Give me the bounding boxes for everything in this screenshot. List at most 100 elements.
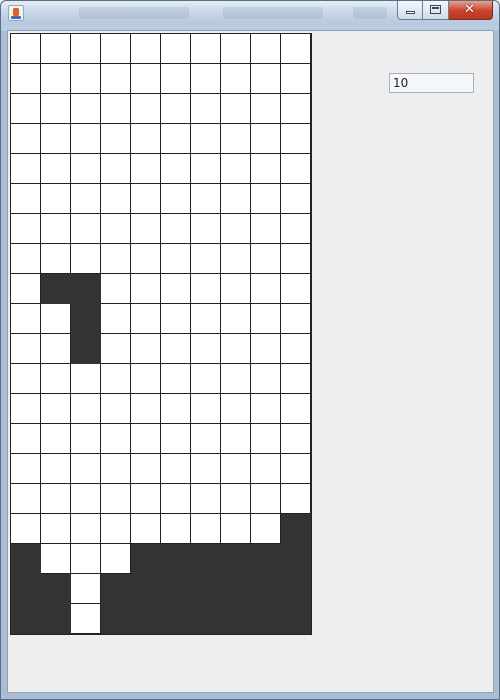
empty-cell <box>161 364 191 394</box>
empty-cell <box>221 94 251 124</box>
empty-cell <box>131 424 161 454</box>
empty-cell <box>41 394 71 424</box>
empty-cell <box>11 394 41 424</box>
empty-cell <box>41 334 71 364</box>
empty-cell <box>221 124 251 154</box>
empty-cell <box>191 364 221 394</box>
empty-cell <box>11 64 41 94</box>
empty-cell <box>11 184 41 214</box>
empty-cell <box>221 34 251 64</box>
empty-cell <box>281 64 311 94</box>
empty-cell <box>281 304 311 334</box>
empty-cell <box>11 424 41 454</box>
empty-cell <box>191 394 221 424</box>
empty-cell <box>281 184 311 214</box>
minimize-button[interactable] <box>397 1 423 20</box>
empty-cell <box>221 454 251 484</box>
empty-cell <box>281 154 311 184</box>
empty-cell <box>101 214 131 244</box>
empty-cell <box>221 304 251 334</box>
empty-cell <box>221 214 251 244</box>
empty-cell <box>281 214 311 244</box>
empty-cell <box>131 334 161 364</box>
empty-cell <box>71 124 101 154</box>
maximize-button[interactable] <box>423 1 449 20</box>
empty-cell <box>131 274 161 304</box>
empty-cell <box>11 304 41 334</box>
empty-cell <box>101 394 131 424</box>
empty-cell <box>161 454 191 484</box>
empty-cell <box>101 34 131 64</box>
empty-cell <box>281 364 311 394</box>
filled-cell <box>251 574 281 604</box>
background-taskbar-ghost <box>353 7 387 19</box>
empty-cell <box>101 94 131 124</box>
filled-cell <box>281 574 311 604</box>
empty-cell <box>41 34 71 64</box>
close-button[interactable]: ✕ <box>449 1 493 20</box>
empty-cell <box>161 334 191 364</box>
filled-cell <box>281 544 311 574</box>
empty-cell <box>161 94 191 124</box>
empty-cell <box>101 544 131 574</box>
empty-cell <box>251 214 281 244</box>
empty-cell <box>251 454 281 484</box>
filled-cell <box>281 604 311 634</box>
empty-cell <box>71 394 101 424</box>
filled-cell <box>101 574 131 604</box>
filled-cell <box>191 574 221 604</box>
empty-cell <box>191 514 221 544</box>
empty-cell <box>191 124 221 154</box>
empty-cell <box>161 184 191 214</box>
empty-cell <box>281 334 311 364</box>
empty-cell <box>251 364 281 394</box>
empty-cell <box>131 64 161 94</box>
title-bar[interactable]: ✕ <box>1 1 499 25</box>
empty-cell <box>101 454 131 484</box>
tetris-board[interactable] <box>10 33 312 635</box>
empty-cell <box>221 244 251 274</box>
empty-cell <box>221 274 251 304</box>
empty-cell <box>221 424 251 454</box>
empty-cell <box>161 394 191 424</box>
empty-cell <box>11 334 41 364</box>
empty-cell <box>41 94 71 124</box>
filled-cell <box>161 544 191 574</box>
empty-cell <box>191 274 221 304</box>
empty-cell <box>281 244 311 274</box>
filled-cell <box>41 604 71 634</box>
empty-cell <box>41 304 71 334</box>
maximize-icon <box>430 5 441 14</box>
filled-cell <box>11 574 41 604</box>
empty-cell <box>71 244 101 274</box>
empty-cell <box>11 154 41 184</box>
empty-cell <box>101 484 131 514</box>
empty-cell <box>161 244 191 274</box>
empty-cell <box>11 454 41 484</box>
java-cup-icon[interactable] <box>8 5 24 21</box>
score-field[interactable] <box>389 73 474 93</box>
empty-cell <box>221 184 251 214</box>
empty-cell <box>101 244 131 274</box>
empty-cell <box>101 154 131 184</box>
empty-cell <box>161 154 191 184</box>
filled-cell <box>191 544 221 574</box>
filled-cell <box>221 544 251 574</box>
empty-cell <box>41 184 71 214</box>
empty-cell <box>251 304 281 334</box>
empty-cell <box>41 214 71 244</box>
empty-cell <box>101 364 131 394</box>
filled-cell <box>71 334 101 364</box>
empty-cell <box>71 214 101 244</box>
empty-cell <box>191 244 221 274</box>
empty-cell <box>251 334 281 364</box>
empty-cell <box>101 124 131 154</box>
empty-cell <box>281 394 311 424</box>
empty-cell <box>251 154 281 184</box>
filled-cell <box>71 274 101 304</box>
empty-cell <box>251 484 281 514</box>
empty-cell <box>191 424 221 454</box>
empty-cell <box>251 34 281 64</box>
empty-cell <box>71 574 101 604</box>
empty-cell <box>41 544 71 574</box>
